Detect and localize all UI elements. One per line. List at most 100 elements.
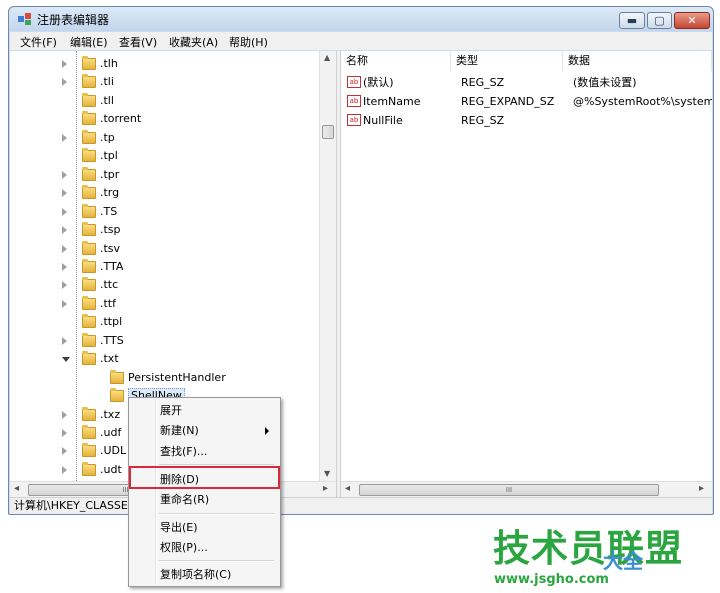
expand-arrow-icon[interactable] — [62, 299, 67, 308]
value-name: (默认) — [363, 76, 394, 89]
value-data: (数值未设置) — [573, 76, 637, 89]
folder-icon — [82, 111, 96, 126]
tree-item-label: .udt — [100, 462, 122, 476]
folder-icon — [82, 185, 96, 200]
minimize-button[interactable]: ▬ — [619, 12, 645, 29]
registry-editor-window: 注册表编辑器 ▬ ▢ ✕ 文件(F) 编辑(E) 查看(V) 收藏夹(A) 帮助… — [8, 6, 714, 515]
value-type: REG_EXPAND_SZ — [461, 95, 555, 108]
folder-icon — [82, 314, 96, 329]
expand-arrow-icon[interactable] — [62, 170, 67, 179]
tree-scroll-right-icon[interactable]: ▸ — [323, 483, 328, 494]
tree-vertical-scrollbar[interactable]: ▲ ▼ — [319, 51, 337, 481]
folder-icon — [82, 277, 96, 292]
tree-item-label: .txz — [100, 407, 121, 421]
tree-item-label: .UDL — [100, 444, 127, 458]
menu-view[interactable]: 查看(V) — [119, 34, 157, 50]
tree-item-label: .tsp — [100, 223, 121, 237]
menu-edit[interactable]: 编辑(E) — [70, 34, 108, 50]
close-button[interactable]: ✕ — [674, 12, 710, 29]
menu-favorites[interactable]: 收藏夹(A) — [169, 34, 218, 50]
value-row[interactable]: ab NullFile REG_SZ — [341, 111, 712, 130]
tree-item-label: .ttf — [100, 296, 116, 310]
folder-icon — [82, 166, 96, 181]
ctx-rename[interactable]: 重命名(R) — [132, 489, 277, 510]
expand-arrow-icon[interactable] — [62, 447, 67, 456]
registry-app-icon — [18, 13, 31, 25]
expand-arrow-icon[interactable] — [62, 429, 67, 437]
value-name: NullFile — [363, 114, 403, 127]
scroll-down-arrow-icon[interactable]: ▼ — [324, 469, 330, 478]
ctx-find[interactable]: 查找(F)... — [132, 441, 277, 462]
status-path: 计算机\HKEY_CLASSE — [14, 499, 128, 512]
expand-arrow-icon[interactable] — [62, 281, 67, 290]
collapse-arrow-icon[interactable] — [62, 357, 70, 363]
tree-item-label: .udf — [100, 426, 122, 439]
value-type: REG_SZ — [461, 76, 505, 89]
scroll-up-arrow-icon[interactable]: ▲ — [324, 53, 330, 62]
ctx-export[interactable]: 导出(E) — [132, 517, 277, 538]
list-scroll-right-icon[interactable]: ▸ — [699, 483, 704, 494]
ctx-new[interactable]: 新建(N) — [132, 420, 277, 441]
watermark-secondary: 大全 — [603, 549, 643, 573]
submenu-arrow-icon — [265, 427, 269, 435]
maximize-button[interactable]: ▢ — [647, 12, 672, 29]
watermark-url: www.jsgho.com — [494, 572, 609, 587]
expand-arrow-icon[interactable] — [62, 410, 67, 419]
expand-arrow-icon[interactable] — [62, 244, 67, 253]
list-hscroll-thumb[interactable]: III — [359, 484, 659, 496]
tree-item-label: .tli — [100, 75, 114, 89]
tree-scroll-left-icon[interactable]: ◂ — [14, 483, 19, 494]
tree-scroll-thumb[interactable] — [322, 125, 334, 139]
folder-icon — [82, 56, 96, 70]
value-row[interactable]: ab ItemName REG_EXPAND_SZ @%SystemRoot%\sys… — [341, 92, 712, 111]
tree-item-label: .tll — [100, 93, 114, 107]
value-data: @%SystemRoot%\system3 — [573, 95, 712, 108]
expand-arrow-icon[interactable] — [62, 336, 67, 345]
title-bar[interactable]: 注册表编辑器 ▬ ▢ ✕ — [9, 7, 713, 31]
expand-arrow-icon[interactable] — [62, 133, 67, 142]
expand-arrow-icon[interactable] — [62, 207, 67, 216]
expand-arrow-icon[interactable] — [62, 262, 67, 271]
menu-bar: 文件(F) 编辑(E) 查看(V) 收藏夹(A) 帮助(H) — [10, 32, 712, 50]
menu-help[interactable]: 帮助(H) — [229, 34, 268, 50]
column-header-data[interactable]: 数据 — [563, 51, 712, 71]
ctx-expand[interactable]: 展开 — [132, 400, 277, 421]
ctx-copy-key-name[interactable]: 复制项名称(C) — [132, 564, 277, 585]
column-header-name[interactable]: 名称 — [341, 51, 451, 71]
value-row[interactable]: ab (默认) REG_SZ (数值未设置) — [341, 73, 712, 92]
expand-arrow-icon[interactable] — [62, 465, 67, 474]
folder-icon — [82, 148, 96, 163]
expand-arrow-icon[interactable] — [62, 78, 67, 87]
folder-icon — [82, 222, 96, 237]
tree-item-label: .trg — [100, 186, 120, 200]
ctx-permissions[interactable]: 权限(P)... — [132, 537, 277, 558]
list-scroll-left-icon[interactable]: ◂ — [345, 483, 350, 494]
column-header-type[interactable]: 类型 — [451, 51, 563, 71]
tree-item-label: .TTA — [100, 259, 124, 273]
folder-icon — [82, 129, 96, 144]
folder-icon — [82, 406, 96, 421]
status-bar: 计算机\HKEY_CLASSE — [10, 497, 712, 514]
list-horizontal-scrollbar[interactable]: ◂ III ▸ — [341, 481, 712, 497]
expand-arrow-icon[interactable] — [62, 226, 67, 235]
folder-icon — [82, 92, 96, 107]
value-list[interactable]: 名称 类型 数据 ab (默认) REG_SZ (数值未设置) ab ItemName RE… — [341, 51, 712, 481]
expand-arrow-icon[interactable] — [62, 189, 67, 198]
menu-file[interactable]: 文件(F) — [20, 34, 57, 50]
tree-item-label: .TS — [100, 204, 118, 218]
ctx-separator — [159, 513, 274, 515]
folder-icon — [82, 425, 96, 439]
tree-item-label: .tpl — [100, 149, 118, 163]
tree-item-label: PersistentHandler — [128, 370, 226, 384]
watermark-logo: 技术员联盟 — [493, 527, 683, 570]
value-type: REG_SZ — [461, 114, 505, 127]
folder-icon — [110, 388, 124, 403]
folder-icon — [82, 443, 96, 458]
value-name: ItemName — [363, 95, 421, 108]
folder-icon — [82, 351, 96, 366]
tree-item-label: .torrent — [100, 112, 142, 126]
expand-arrow-icon[interactable] — [62, 60, 67, 68]
tree-item-label: .tlh — [100, 57, 118, 70]
folder-icon — [110, 369, 124, 384]
window-title: 注册表编辑器 — [37, 13, 110, 27]
